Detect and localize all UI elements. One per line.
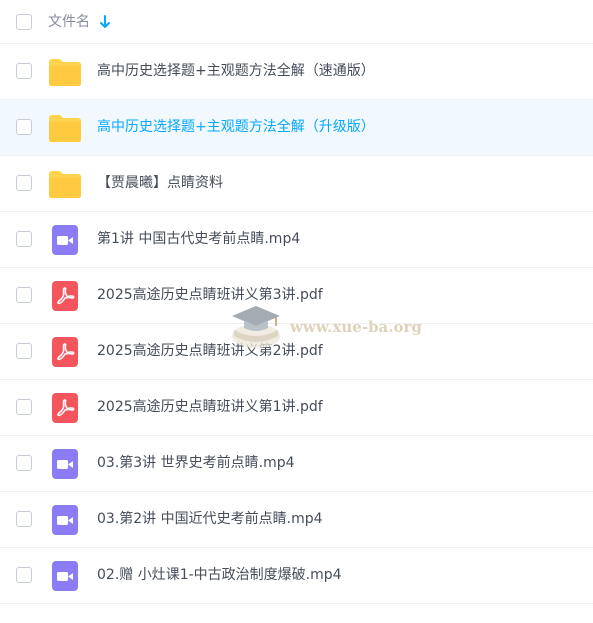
folder-row[interactable]: 【贾晨曦】点睛资料 xyxy=(0,156,593,212)
video-file-icon xyxy=(48,224,82,256)
select-all-checkbox[interactable] xyxy=(16,14,32,30)
file-row[interactable]: 02.赠 小灶课1-中古政治制度爆破.mp4 xyxy=(0,548,593,604)
file-row[interactable]: 03.第3讲 世界史考前点睛.mp4 xyxy=(0,436,593,492)
folder-row[interactable]: 高中历史选择题+主观题方法全解（速通版） xyxy=(0,44,593,100)
pdf-file-icon xyxy=(48,392,82,424)
row-checkbox[interactable] xyxy=(16,567,32,583)
row-checkbox[interactable] xyxy=(16,175,32,191)
file-row[interactable]: 2025高途历史点睛班讲义第1讲.pdf xyxy=(0,380,593,436)
row-checkbox[interactable] xyxy=(16,231,32,247)
file-list-header: 文件名 xyxy=(0,0,593,44)
file-list: 高中历史选择题+主观题方法全解（速通版） 高中历史选择题+主观题方法全解（升级版）… xyxy=(0,44,593,604)
row-checkbox[interactable] xyxy=(16,511,32,527)
file-row[interactable]: 2025高途历史点睛班讲义第2讲.pdf xyxy=(0,324,593,380)
row-checkbox[interactable] xyxy=(16,455,32,471)
video-file-icon xyxy=(48,504,82,536)
video-file-icon xyxy=(48,560,82,592)
file-name-link[interactable]: 03.第3讲 世界史考前点睛.mp4 xyxy=(97,452,295,474)
filename-column-header[interactable]: 文件名 xyxy=(48,12,90,32)
row-checkbox[interactable] xyxy=(16,343,32,359)
row-checkbox[interactable] xyxy=(16,63,32,79)
row-checkbox[interactable] xyxy=(16,287,32,303)
folder-icon xyxy=(48,56,82,88)
video-file-icon xyxy=(48,448,82,480)
file-row[interactable]: 2025高途历史点睛班讲义第3讲.pdf xyxy=(0,268,593,324)
file-name-link[interactable]: 高中历史选择题+主观题方法全解（升级版） xyxy=(97,116,375,138)
row-checkbox[interactable] xyxy=(16,399,32,415)
pdf-file-icon xyxy=(48,280,82,312)
file-row[interactable]: 第1讲 中国古代史考前点睛.mp4 xyxy=(0,212,593,268)
file-name-link[interactable]: 03.第2讲 中国近代史考前点睛.mp4 xyxy=(97,508,323,530)
pdf-file-icon xyxy=(48,336,82,368)
file-name-link[interactable]: 第1讲 中国古代史考前点睛.mp4 xyxy=(97,228,300,250)
file-name-link[interactable]: 2025高途历史点睛班讲义第1讲.pdf xyxy=(97,396,323,418)
folder-icon xyxy=(48,112,82,144)
folder-row[interactable]: 高中历史选择题+主观题方法全解（升级版） xyxy=(0,100,593,156)
row-checkbox[interactable] xyxy=(16,119,32,135)
file-name-link[interactable]: 2025高途历史点睛班讲义第2讲.pdf xyxy=(97,340,323,362)
folder-icon xyxy=(48,168,82,200)
file-row[interactable]: 03.第2讲 中国近代史考前点睛.mp4 xyxy=(0,492,593,548)
file-name-link[interactable]: 高中历史选择题+主观题方法全解（速通版） xyxy=(97,60,375,82)
file-name-link[interactable]: 2025高途历史点睛班讲义第3讲.pdf xyxy=(97,284,323,306)
file-name-link[interactable]: 02.赠 小灶课1-中古政治制度爆破.mp4 xyxy=(97,564,342,586)
file-name-link[interactable]: 【贾晨曦】点睛资料 xyxy=(97,172,223,194)
arrow-down-icon[interactable] xyxy=(98,14,112,30)
